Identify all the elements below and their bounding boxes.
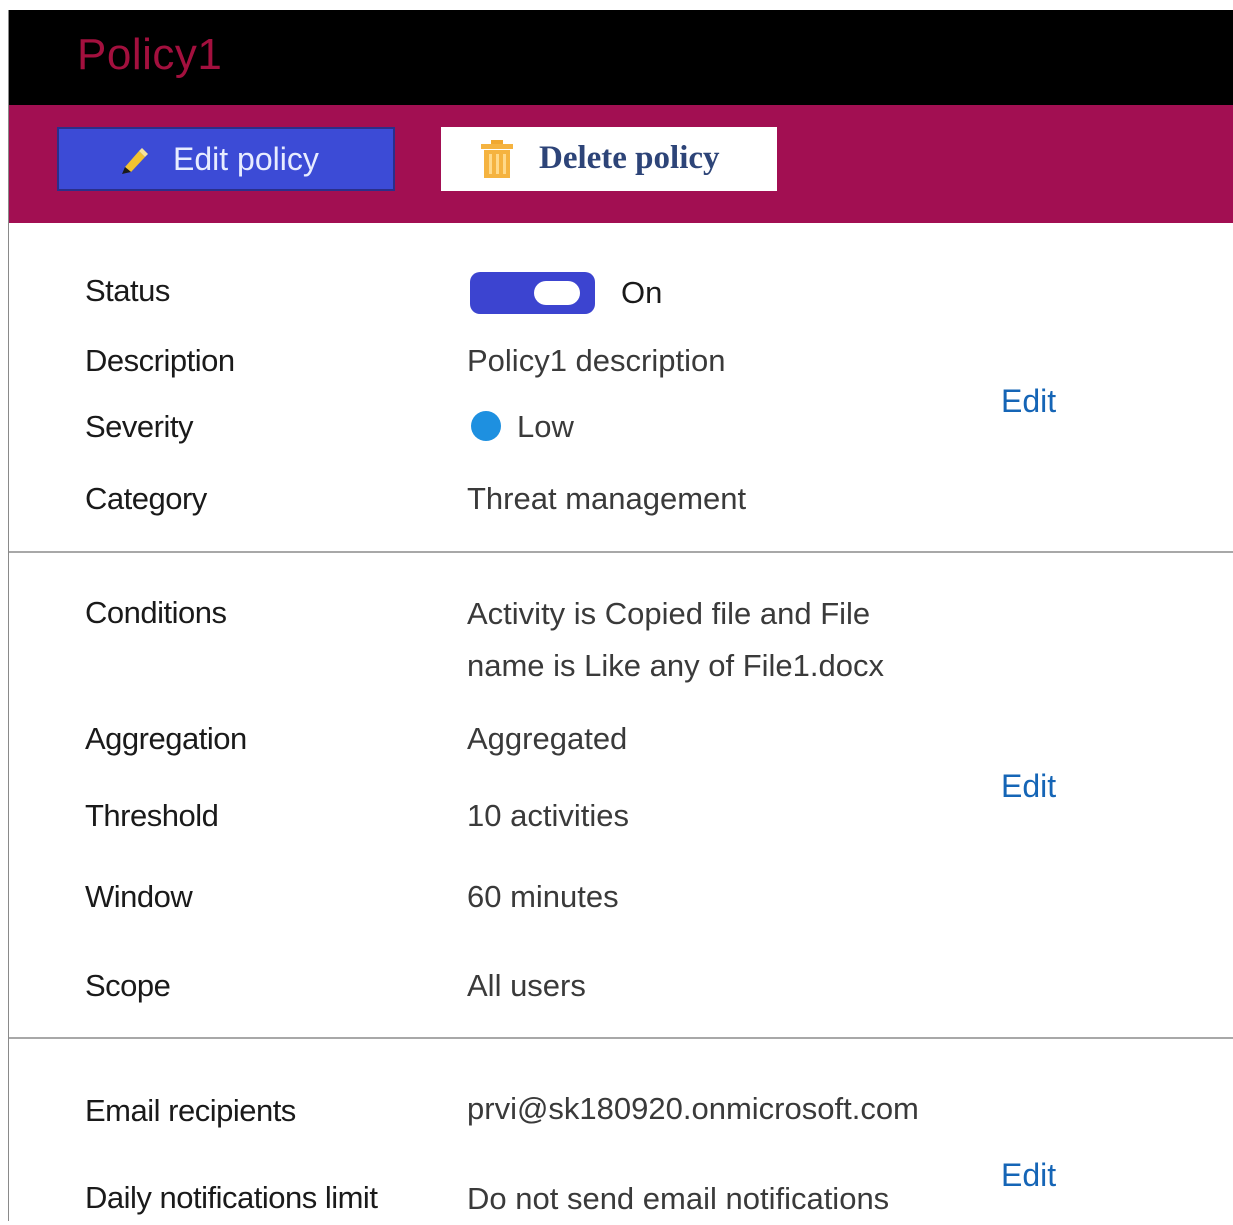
section-divider bbox=[9, 1037, 1233, 1039]
category-label: Category bbox=[85, 481, 207, 516]
policy-panel: Policy1 Edit policy Delete policy Status… bbox=[8, 10, 1233, 1221]
window-value: 60 minutes bbox=[467, 879, 619, 914]
status-toggle[interactable] bbox=[470, 272, 595, 314]
status-label: Status bbox=[85, 273, 170, 308]
email-recipients-label: Email recipients bbox=[85, 1093, 296, 1128]
edit-policy-button[interactable]: Edit policy bbox=[57, 127, 395, 191]
page-title: Policy1 bbox=[77, 30, 223, 79]
aggregation-value: Aggregated bbox=[467, 721, 628, 756]
delete-policy-button[interactable]: Delete policy bbox=[441, 127, 777, 191]
action-bar: Edit policy Delete policy bbox=[9, 105, 1233, 223]
window-label: Window bbox=[85, 879, 193, 914]
daily-limit-label: Daily notifications limit bbox=[85, 1180, 378, 1215]
description-value: Policy1 description bbox=[467, 343, 726, 378]
threshold-label: Threshold bbox=[85, 798, 219, 833]
toggle-knob bbox=[534, 281, 580, 305]
severity-indicator bbox=[471, 411, 501, 441]
policy-details: Status On Description Policy1 descriptio… bbox=[9, 223, 1233, 1221]
delete-policy-label: Delete policy bbox=[539, 140, 720, 176]
edit-notifications-link[interactable]: Edit bbox=[1001, 1157, 1056, 1194]
daily-limit-value: Do not send email notifications bbox=[467, 1181, 890, 1216]
email-recipients-value: prvi@sk180920.onmicrosoft.com bbox=[467, 1091, 919, 1126]
edit-policy-label: Edit policy bbox=[173, 141, 319, 177]
edit-conditions-link[interactable]: Edit bbox=[1001, 768, 1056, 805]
status-value: On bbox=[621, 275, 663, 310]
title-bar: Policy1 bbox=[9, 10, 1233, 105]
section-divider bbox=[9, 551, 1233, 553]
conditions-label: Conditions bbox=[85, 595, 227, 630]
edit-general-link[interactable]: Edit bbox=[1001, 383, 1056, 420]
description-label: Description bbox=[85, 343, 235, 378]
pencil-icon bbox=[122, 148, 148, 174]
aggregation-label: Aggregation bbox=[85, 721, 247, 756]
conditions-line-1: Activity is Copied file and File bbox=[467, 596, 871, 631]
scope-label: Scope bbox=[85, 968, 171, 1003]
trash-icon bbox=[481, 140, 513, 178]
severity-label: Severity bbox=[85, 409, 193, 444]
threshold-value: 10 activities bbox=[467, 798, 629, 833]
category-value: Threat management bbox=[467, 481, 747, 516]
severity-value: Low bbox=[517, 409, 574, 444]
scope-value: All users bbox=[467, 968, 586, 1003]
conditions-line-2: name is Like any of File1.docx bbox=[467, 648, 884, 683]
